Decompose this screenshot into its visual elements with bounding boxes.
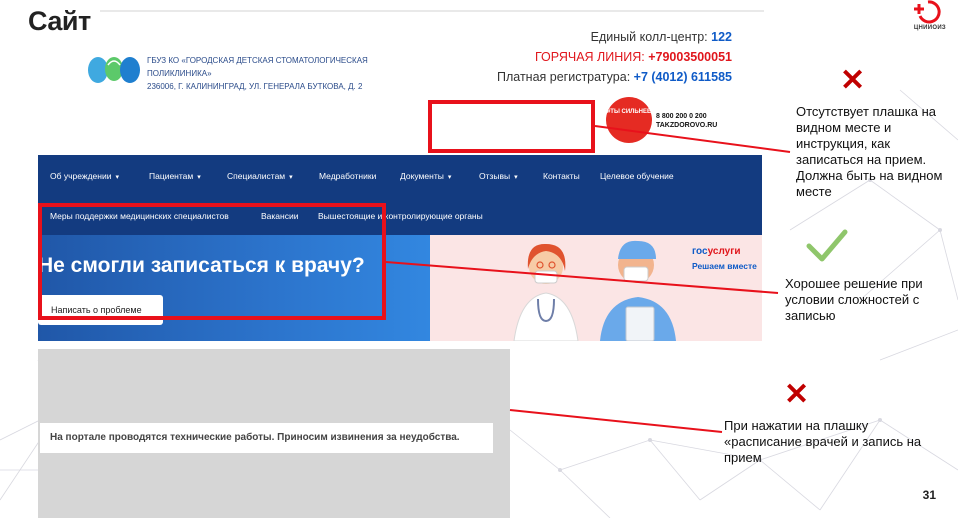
annotation-good-solution: Хорошее решение при условии сложностей с… [785, 276, 923, 323]
page-number: 31 [922, 488, 936, 502]
cross-mark-icon: ✕ [840, 64, 866, 97]
annotation-missing-plate: Отсутствует плашка на видном месте и инс… [796, 104, 943, 199]
cross-mark-icon: ✕ [784, 378, 810, 411]
check-mark-icon [806, 229, 848, 262]
annotation-maintenance: При нажатии на плашку «расписание врачей… [724, 418, 922, 465]
